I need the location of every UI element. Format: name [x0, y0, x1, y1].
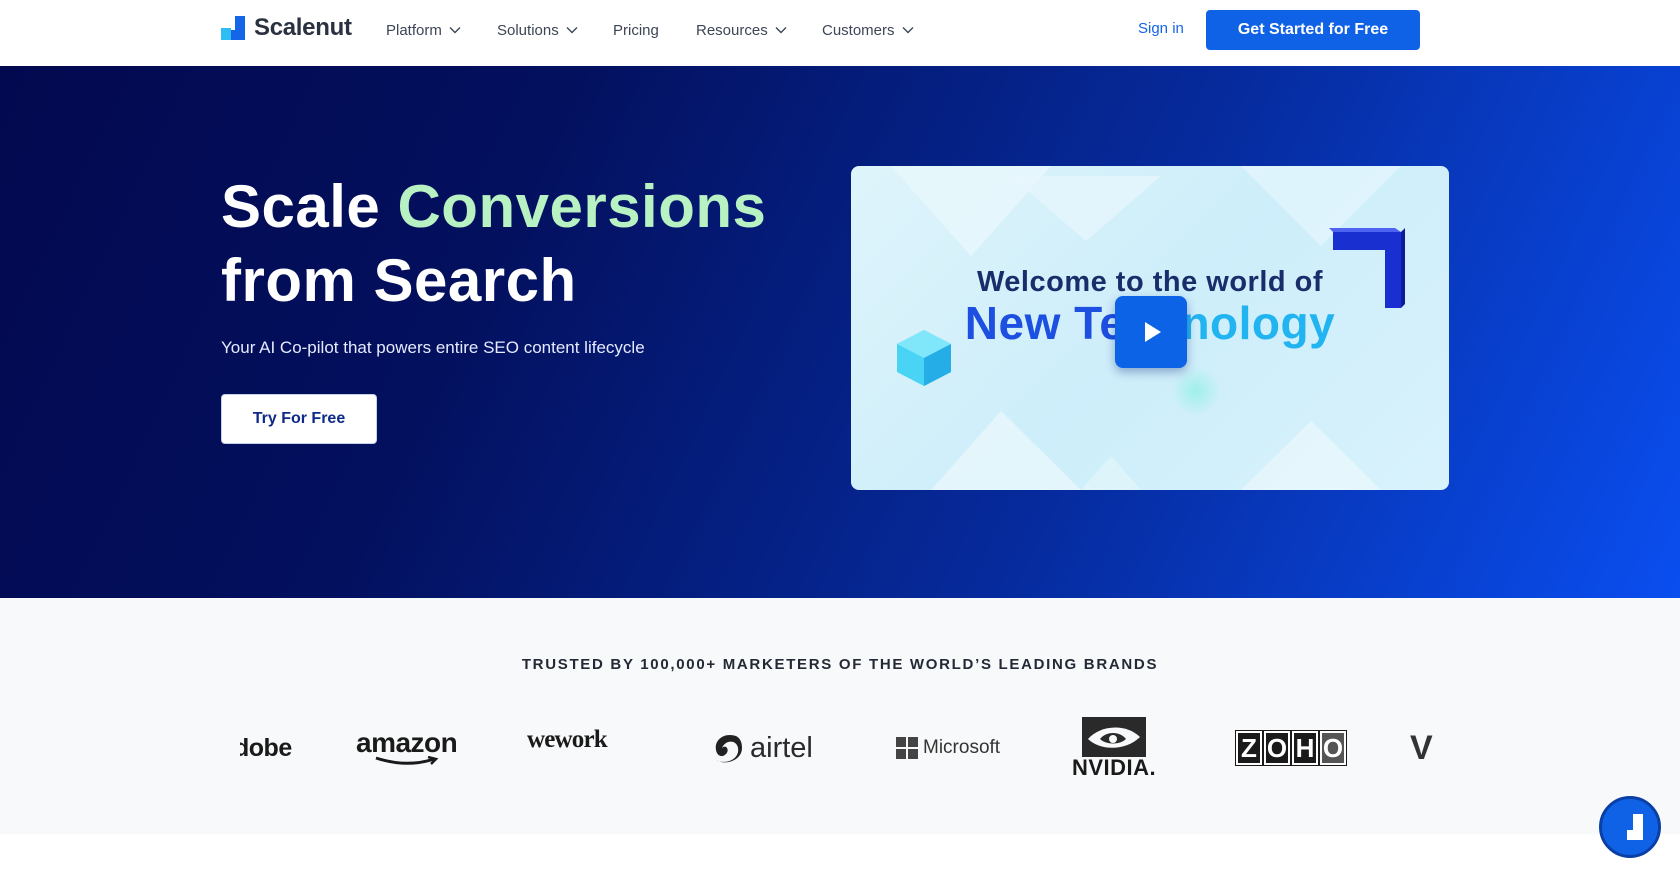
chevron-down-icon	[775, 26, 787, 34]
try-for-free-button[interactable]: Try For Free	[221, 394, 377, 444]
chat-widget-icon	[1617, 814, 1643, 840]
brand-logo-microsoft-text: Microsoft	[923, 737, 1001, 758]
brand-logo-airtel-text: airtel	[750, 731, 813, 764]
scalenut-logo-icon	[221, 16, 245, 40]
scalenut-logo[interactable]: Scalenut	[221, 14, 352, 41]
cube-decoration-icon	[889, 326, 959, 397]
brand-logo-microsoft: Microsoft	[896, 708, 1000, 788]
trusted-title: TRUSTED BY 100,000+ MARKETERS OF THE WOR…	[521, 656, 1159, 673]
airtel-swirl-icon	[715, 734, 742, 763]
chevron-down-icon	[566, 26, 578, 34]
hero-title-highlight: Conversions	[397, 173, 767, 240]
brand-logo-amazon-text: amazon	[356, 727, 458, 758]
sign-in-link[interactable]: Sign in	[1138, 20, 1184, 37]
amazon-smile-icon	[375, 756, 439, 765]
hero-title: Scale Conversions from Search	[221, 170, 766, 318]
nav-platform[interactable]: Platform	[386, 20, 461, 40]
brand-logo-zoho: ZOHO	[1235, 708, 1348, 788]
nav-resources-label: Resources	[696, 21, 768, 39]
hero-title-word: Scale	[221, 173, 381, 240]
glow-decoration	[1171, 366, 1221, 416]
brand-logo-wework: wework	[527, 726, 608, 753]
trusted-brands-section: TRUSTED BY 100,000+ MARKETERS OF THE WOR…	[0, 598, 1680, 834]
bracket-decoration-icon	[1329, 228, 1409, 319]
nav-customers-label: Customers	[822, 21, 895, 39]
chevron-down-icon	[902, 26, 914, 34]
nav-customers[interactable]: Customers	[822, 20, 914, 40]
nav-solutions-label: Solutions	[497, 21, 559, 39]
brand-name: Scalenut	[254, 14, 352, 41]
nav-solutions[interactable]: Solutions	[497, 20, 578, 40]
hero-section: Scale Conversions from Search Your AI Co…	[0, 66, 1680, 598]
play-button[interactable]	[1115, 296, 1187, 368]
brand-logo-nvidia: NVIDIA.	[1072, 708, 1156, 788]
hero-video-player[interactable]: Welcome to the world of New Te nology	[851, 166, 1449, 490]
brand-logo-nvidia-text: NVIDIA.	[1072, 755, 1157, 780]
nvidia-eye-icon	[1082, 717, 1147, 757]
nav-pricing[interactable]: Pricing	[613, 20, 659, 40]
nav-resources[interactable]: Resources	[696, 20, 787, 40]
brand-logo-adobe: dobe	[240, 733, 292, 762]
top-navbar: Scalenut Platform Solutions Pricing Reso…	[0, 0, 1680, 66]
nav-pricing-label: Pricing	[613, 21, 659, 39]
video-title-line2-part1: New Te	[964, 297, 1126, 349]
microsoft-grid-icon	[896, 737, 918, 759]
brand-logo-v: V	[1410, 728, 1433, 767]
brand-logo-airtel: airtel	[710, 708, 813, 788]
hero-title-line2: from Search	[221, 247, 577, 314]
brand-logo-carousel: dobe amazon wework airtel Microsoft NVID…	[240, 708, 1440, 788]
play-icon	[1145, 322, 1161, 342]
zoho-letter-blocks-icon: ZOHO	[1235, 730, 1348, 766]
hero-subtitle: Your AI Co-pilot that powers entire SEO …	[221, 338, 645, 357]
video-title-line2-part2: nology	[1181, 297, 1336, 349]
chevron-down-icon	[449, 26, 461, 34]
get-started-button[interactable]: Get Started for Free	[1206, 10, 1420, 50]
brand-logo-amazon: amazon	[356, 708, 458, 788]
nav-platform-label: Platform	[386, 21, 442, 39]
chat-widget-button[interactable]	[1599, 796, 1661, 858]
